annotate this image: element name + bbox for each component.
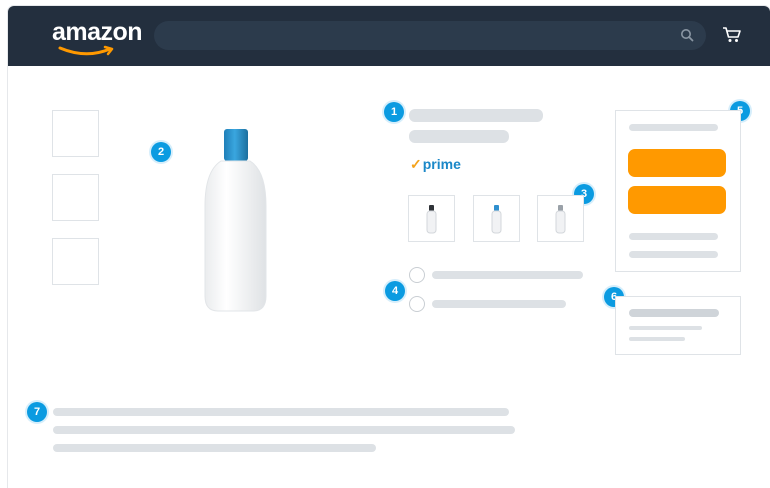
offer-text-placeholder xyxy=(629,326,702,330)
option-radio[interactable] xyxy=(409,267,425,283)
product-image[interactable] xyxy=(198,126,273,316)
buybox-info-placeholder xyxy=(629,251,718,258)
product-subtitle-placeholder xyxy=(409,130,509,143)
option-label-placeholder xyxy=(432,271,583,279)
browser-window: amazon 2 1 ✓prime 3 4 6 7 xyxy=(8,6,770,488)
amazon-logo[interactable]: amazon xyxy=(52,18,143,47)
add-to-cart-button[interactable] xyxy=(628,149,726,177)
callout-badge-7: 7 xyxy=(27,402,47,422)
image-thumbnail[interactable] xyxy=(52,174,99,221)
variant-swatch[interactable] xyxy=(473,195,520,242)
buy-now-button[interactable] xyxy=(628,186,726,214)
prime-check-icon: ✓ xyxy=(410,156,422,172)
callout-badge-2: 2 xyxy=(151,142,171,162)
search-input[interactable] xyxy=(154,21,706,50)
description-line-placeholder xyxy=(53,444,376,452)
image-thumbnail[interactable] xyxy=(52,238,99,285)
product-title-placeholder xyxy=(409,109,543,122)
cart-icon[interactable] xyxy=(722,26,742,44)
callout-badge-1: 1 xyxy=(384,102,404,122)
search-icon[interactable] xyxy=(680,28,694,42)
prime-badge: ✓prime xyxy=(410,156,461,173)
offer-text-placeholder xyxy=(629,337,685,341)
option-label-placeholder xyxy=(432,300,566,308)
offer-title-placeholder xyxy=(629,309,719,317)
description-line-placeholder xyxy=(53,426,515,434)
image-thumbnail[interactable] xyxy=(52,110,99,157)
variant-swatch[interactable] xyxy=(537,195,584,242)
bottle-variant-icon xyxy=(491,205,502,234)
site-header: amazon xyxy=(8,6,770,66)
bottle-variant-icon xyxy=(426,205,437,234)
buybox-info-placeholder xyxy=(629,233,718,240)
description-line-placeholder xyxy=(53,408,509,416)
price-placeholder xyxy=(629,124,718,131)
variant-swatch[interactable] xyxy=(408,195,455,242)
bottle-variant-icon xyxy=(555,205,566,234)
callout-badge-4: 4 xyxy=(385,281,405,301)
amazon-smile-icon xyxy=(58,45,114,56)
option-radio[interactable] xyxy=(409,296,425,312)
prime-label: prime xyxy=(422,156,461,172)
